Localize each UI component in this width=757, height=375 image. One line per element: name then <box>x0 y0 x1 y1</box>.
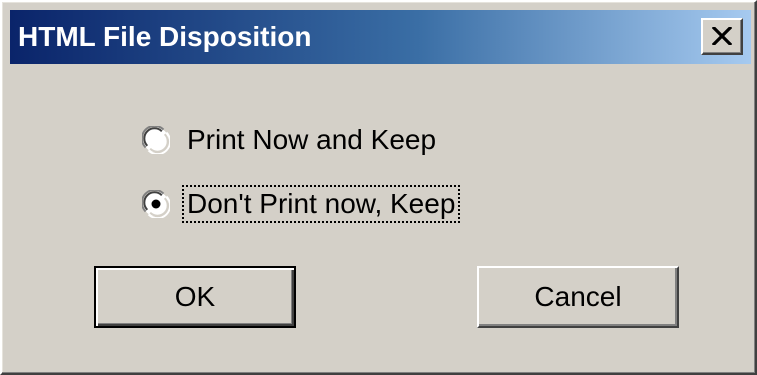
ok-button[interactable]: OK <box>94 266 296 328</box>
html-file-disposition-dialog: HTML File Disposition Print Now and Keep <box>0 0 757 375</box>
radio-option-dont-print-now-keep[interactable]: Don't Print now, Keep <box>142 184 461 224</box>
radio-label-print-now-and-keep: Print Now and Keep <box>187 124 437 155</box>
cancel-button[interactable]: Cancel <box>477 266 679 328</box>
radio-option-print-now-and-keep[interactable]: Print Now and Keep <box>142 120 439 160</box>
radio-selected-dot <box>151 199 161 209</box>
title-bar: HTML File Disposition <box>10 10 751 64</box>
radio-button-unchecked[interactable] <box>142 126 170 154</box>
radio-button-checked[interactable] <box>142 190 170 218</box>
window-title: HTML File Disposition <box>18 21 312 52</box>
radio-label-dont-print-now-keep: Don't Print now, Keep <box>181 185 461 223</box>
close-button[interactable] <box>701 18 743 55</box>
close-icon <box>712 27 732 45</box>
